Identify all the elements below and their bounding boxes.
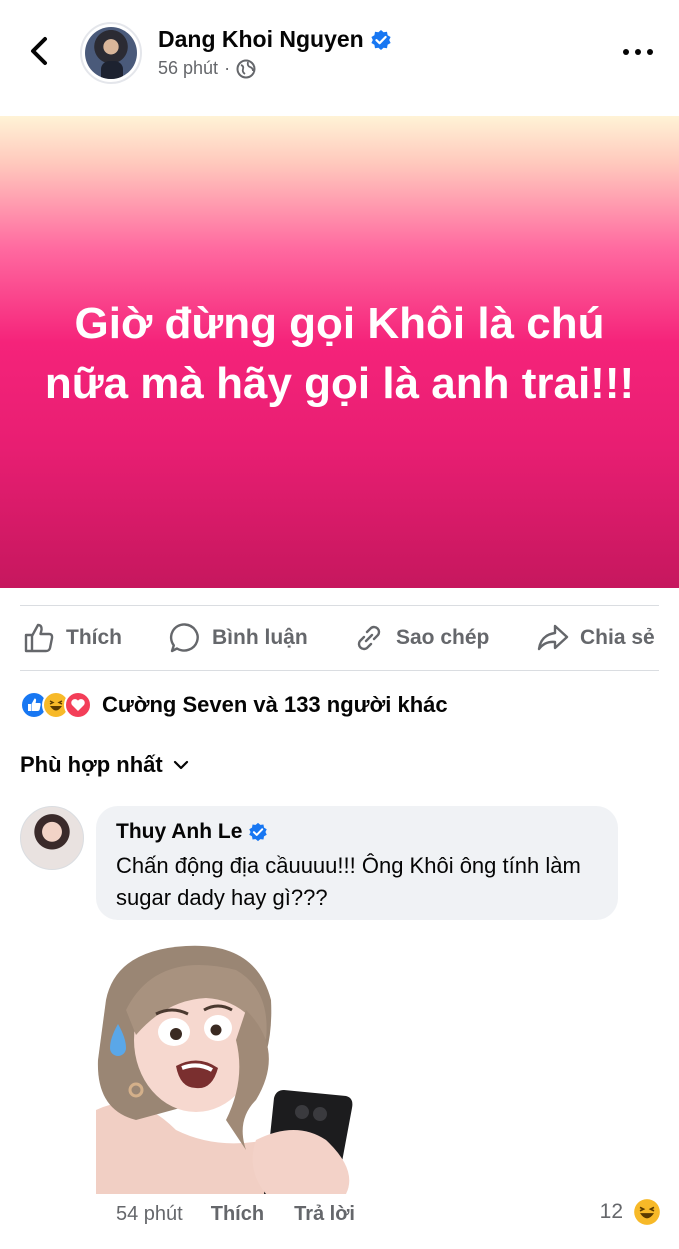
copy-label: Sao chép bbox=[396, 626, 490, 649]
haha-icon bbox=[634, 1199, 660, 1225]
reaction-icons bbox=[20, 691, 92, 719]
post-header: Dang Khoi Nguyen 56 phút · bbox=[0, 0, 679, 116]
reactions-text: Cường Seven và 133 người khác bbox=[102, 692, 448, 717]
author-avatar[interactable] bbox=[80, 22, 142, 84]
divider bbox=[20, 670, 659, 671]
verified-badge-icon bbox=[370, 29, 392, 51]
share-button[interactable]: Chia sẻ bbox=[536, 606, 655, 670]
dot bbox=[647, 49, 653, 55]
comment-label: Bình luận bbox=[212, 626, 308, 649]
action-bar: Thích Bình luận Sao chép Chia sẻ bbox=[0, 606, 679, 670]
back-button[interactable] bbox=[22, 34, 56, 68]
comment-meta: 54 phút Thích Trả lời bbox=[116, 1203, 355, 1226]
comment-reply-button[interactable]: Trả lời bbox=[294, 1203, 355, 1226]
comment-time[interactable]: 54 phút bbox=[116, 1203, 183, 1226]
chevron-down-icon bbox=[173, 760, 188, 770]
like-button[interactable]: Thích bbox=[22, 606, 122, 670]
chevron-left-icon bbox=[31, 37, 47, 65]
copy-button[interactable]: Sao chép bbox=[352, 606, 489, 670]
meta-separator: · bbox=[224, 58, 231, 78]
sticker-image[interactable] bbox=[96, 940, 364, 1194]
comment-icon bbox=[169, 623, 199, 653]
more-options-button[interactable] bbox=[623, 40, 653, 64]
love-icon bbox=[64, 691, 92, 719]
comment-reaction-count: 12 bbox=[599, 1200, 623, 1223]
comment-button[interactable]: Bình luận bbox=[168, 606, 308, 670]
thumbs-up-icon bbox=[24, 623, 54, 653]
post-banner[interactable]: Giờ đừng gọi Khôi là chú nữa mà hãy gọi … bbox=[0, 116, 679, 588]
comment-reactions[interactable]: 12 bbox=[600, 1198, 661, 1226]
comment-sort-dropdown[interactable]: Phù hợp nhất bbox=[20, 752, 189, 778]
comment-bubble: Thuy Anh Le Chấn động địa cầuuuu!!! Ông … bbox=[96, 806, 618, 920]
sort-label: Phù hợp nhất bbox=[20, 752, 163, 777]
post-time[interactable]: 56 phút bbox=[158, 58, 218, 79]
link-icon bbox=[357, 625, 381, 651]
author-name[interactable]: Dang Khoi Nguyen bbox=[158, 26, 364, 53]
share-label: Chia sẻ bbox=[580, 626, 655, 649]
dot bbox=[635, 49, 641, 55]
share-icon bbox=[537, 624, 569, 651]
post-meta: 56 phút · bbox=[158, 58, 256, 79]
reactions-summary[interactable]: Cường Seven và 133 người khác bbox=[20, 688, 448, 722]
comment-text: Chấn động địa cầuuuu!!! Ông Khôi ông tín… bbox=[116, 853, 581, 910]
author-name-row: Dang Khoi Nguyen bbox=[158, 26, 392, 53]
commenter-avatar[interactable] bbox=[20, 806, 84, 870]
commenter-name-row: Thuy Anh Le bbox=[116, 820, 268, 844]
banner-text: Giờ đừng gọi Khôi là chú nữa mà hãy gọi … bbox=[44, 299, 635, 408]
commenter-name[interactable]: Thuy Anh Le bbox=[116, 820, 242, 844]
verified-badge-icon bbox=[249, 822, 268, 842]
avatar-image bbox=[85, 27, 137, 79]
comment-like-button[interactable]: Thích bbox=[211, 1203, 264, 1226]
dot bbox=[623, 49, 629, 55]
like-label: Thích bbox=[66, 626, 122, 649]
globe-icon bbox=[236, 59, 256, 78]
